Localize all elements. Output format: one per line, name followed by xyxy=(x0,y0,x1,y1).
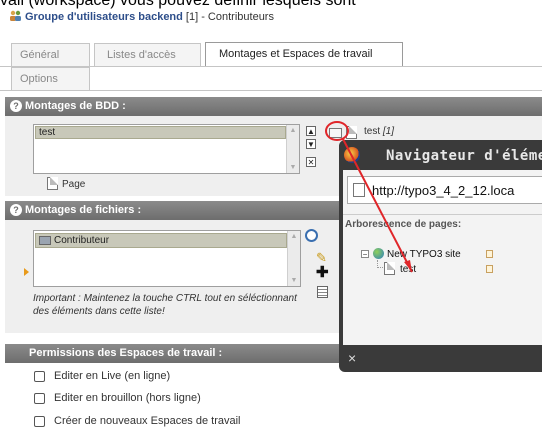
close-icon[interactable]: × xyxy=(348,350,356,366)
tree-expand-icon[interactable] xyxy=(486,250,493,258)
remove-button[interactable]: ✕ xyxy=(306,157,316,167)
element-browser-window[interactable]: Navigateur d'éléme http://typo3_4_2_12.l… xyxy=(339,140,542,372)
page-type-icon xyxy=(47,177,58,190)
element-browser-title: Navigateur d'éléme xyxy=(386,148,542,164)
file-mounts-scrollbar[interactable]: ▲ ▼ xyxy=(287,231,300,286)
move-up-button[interactable]: ▲ xyxy=(306,126,316,136)
checkbox-create-workspaces[interactable] xyxy=(34,416,45,427)
field-marker-icon xyxy=(24,268,29,276)
checkbox-edit-draft[interactable] xyxy=(34,393,45,404)
user-group-icon xyxy=(9,10,22,22)
workspace-permissions-header-label: Permissions des Espaces de travail : xyxy=(29,347,223,359)
record-title-bold: Groupe d'utilisateurs backend xyxy=(25,11,183,23)
tree-connector xyxy=(377,267,383,269)
list-item[interactable]: test xyxy=(35,126,286,139)
page-icon xyxy=(384,262,395,275)
tab-divider-2 xyxy=(0,90,542,91)
page-icon xyxy=(346,126,357,139)
tab-access-lists[interactable]: Listes d'accès xyxy=(94,43,201,66)
checkbox-edit-live-label: Editer en Live (en ligne) xyxy=(54,370,171,382)
tab-general-label: Général xyxy=(20,49,60,61)
help-icon[interactable]: ? xyxy=(10,204,22,216)
checkbox-edit-draft-label: Editer en brouillon (hors ligne) xyxy=(54,392,201,404)
file-mounts-list[interactable]: Contributeur ▲ ▼ xyxy=(33,230,301,287)
divider xyxy=(343,214,542,215)
tab-access-lists-label: Listes d'accès xyxy=(107,49,176,61)
scroll-up-icon[interactable]: ▲ xyxy=(289,232,299,241)
clock-icon[interactable] xyxy=(305,229,318,242)
tree-child[interactable]: test xyxy=(400,264,416,275)
help-icon[interactable]: ? xyxy=(10,100,22,112)
file-mounts-header-label: Montages de fichiers : xyxy=(25,204,142,216)
firefox-icon xyxy=(344,147,360,163)
tab-mounts-workspaces[interactable]: Montages et Espaces de travail xyxy=(205,42,403,66)
scroll-down-icon[interactable]: ▼ xyxy=(288,163,298,172)
db-mounts-header: ? Montages de BDD : xyxy=(5,97,542,116)
globe-icon xyxy=(373,248,384,259)
record-title-rest: [1] - Contributeurs xyxy=(182,11,274,23)
element-browser-body: http://typo3_4_2_12.loca Arborescence de… xyxy=(343,170,542,345)
tab-mounts-workspaces-label: Montages et Espaces de travail xyxy=(219,48,373,60)
tab-general[interactable]: Général xyxy=(11,43,90,66)
db-mount-target-id: [1] xyxy=(382,126,395,137)
scroll-down-icon[interactable]: ▼ xyxy=(289,276,299,285)
drive-icon xyxy=(39,236,51,245)
page-icon xyxy=(353,183,365,197)
move-down-button[interactable]: ▼ xyxy=(306,139,316,149)
tab-options[interactable]: Options xyxy=(11,67,90,90)
db-mount-target: test [1] xyxy=(364,126,394,137)
checkbox-create-workspaces-label: Créer de nouveaux Espaces de travail xyxy=(54,415,241,427)
tab-options-label: Options xyxy=(20,73,58,85)
url-text: http://typo3_4_2_12.loca xyxy=(372,183,515,198)
db-mounts-scrollbar[interactable]: ▲ ▼ xyxy=(286,125,299,173)
url-bar[interactable]: http://typo3_4_2_12.loca xyxy=(347,176,542,204)
collapse-icon[interactable]: − xyxy=(361,250,369,259)
browse-folder-icon[interactable] xyxy=(329,128,342,138)
file-mount-selected-label: Contributeur xyxy=(54,235,110,246)
scroll-up-icon[interactable]: ▲ xyxy=(288,126,298,135)
add-icon[interactable]: ✚ xyxy=(316,265,329,280)
record-title: Groupe d'utilisateurs backend [1] - Cont… xyxy=(9,10,274,23)
db-mounts-header-label: Montages de BDD : xyxy=(25,100,126,112)
page-tree-label: Arborescence de pages: xyxy=(345,219,462,230)
list-item[interactable]: Contributeur xyxy=(35,233,287,248)
tree-expand-icon[interactable] xyxy=(486,265,493,273)
tree-root[interactable]: New TYPO3 site xyxy=(387,249,461,260)
ctrl-note: Important : Maintenez la touche CTRL tou… xyxy=(33,293,297,317)
page-type-label: Page xyxy=(62,179,86,190)
checkbox-edit-live[interactable] xyxy=(34,371,45,382)
db-mounts-list[interactable]: test ▲ ▼ xyxy=(33,124,300,174)
db-mount-target-label: test xyxy=(364,126,381,137)
list-icon[interactable] xyxy=(317,286,328,298)
